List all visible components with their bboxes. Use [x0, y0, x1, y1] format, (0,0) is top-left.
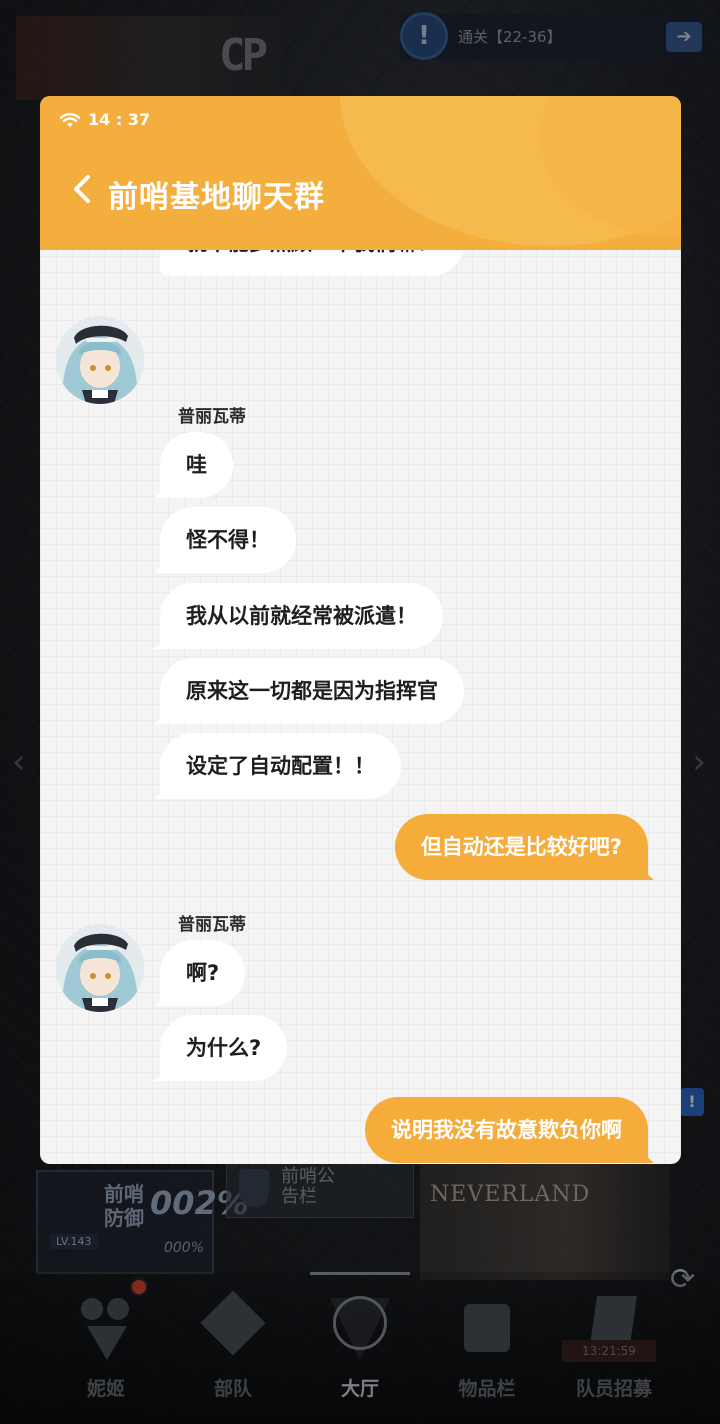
message-bubble-incoming: 就不能多照顾一下我们嘛！ — [160, 250, 464, 276]
avatar-image — [56, 316, 144, 404]
message-bubble-incoming: 设定了自动配置！！ — [154, 733, 401, 799]
message-bubble-incoming: 哇 — [154, 432, 233, 498]
message-bubble-incoming: 怪不得！ — [154, 507, 296, 573]
status-time: 14 : 37 — [88, 110, 151, 129]
chat-dialog: 14 : 37 前哨基地聊天群 就不能多照顾一下我们嘛！ 普丽瓦蒂 — [40, 96, 681, 1164]
message-bubble-outgoing: 说明我没有故意欺负你啊 — [365, 1097, 654, 1163]
message-bubble-incoming: 啊? — [153, 940, 246, 1006]
wifi-icon — [60, 112, 80, 127]
avatar[interactable] — [56, 316, 144, 404]
avatar-image — [56, 924, 144, 1012]
sender-name: 普丽瓦蒂 — [178, 915, 246, 935]
avatar[interactable] — [56, 924, 144, 1012]
chat-header: 14 : 37 前哨基地聊天群 — [40, 96, 681, 250]
message-bubble-incoming: 为什么? — [153, 1015, 288, 1081]
message-list[interactable]: 就不能多照顾一下我们嘛！ 普丽瓦蒂 哇 怪不得！ 我从以前就经常被派遣！ 原来这… — [40, 250, 681, 1164]
sender-name: 普丽瓦蒂 — [178, 407, 246, 427]
chat-title: 前哨基地聊天群 — [108, 180, 325, 215]
message-bubble-incoming: 我从以前就经常被派遣！ — [154, 583, 443, 649]
message-bubble-outgoing: 但自动还是比较好吧? — [394, 814, 655, 880]
status-bar: 14 : 37 — [60, 110, 150, 129]
back-arrow-icon[interactable] — [66, 172, 100, 206]
message-bubble-incoming: 原来这一切都是因为指挥官 — [154, 658, 464, 724]
